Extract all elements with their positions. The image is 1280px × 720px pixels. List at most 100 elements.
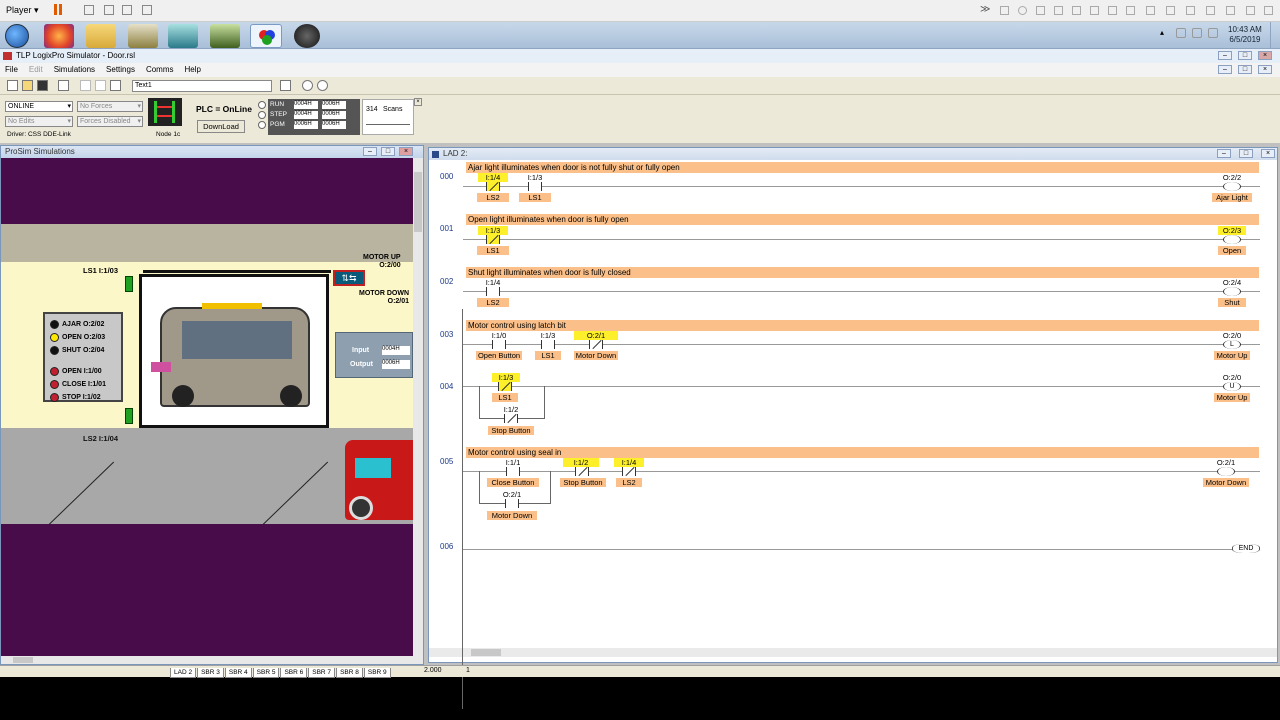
start-button-icon[interactable] (5, 24, 29, 48)
scroll-thumb[interactable] (414, 172, 422, 232)
device-icon[interactable] (1186, 6, 1195, 15)
scroll-thumb[interactable] (471, 649, 501, 656)
show-desktop-button[interactable] (1270, 22, 1280, 49)
edits-select[interactable]: No Edits (5, 116, 73, 127)
scroll-thumb[interactable] (13, 657, 33, 663)
new-icon[interactable] (7, 80, 18, 91)
save-icon[interactable] (37, 80, 48, 91)
tab-sbr-8[interactable]: SBR 8 (336, 668, 363, 678)
device-icon[interactable] (1246, 6, 1255, 15)
pause-icon[interactable] (54, 4, 62, 15)
pgm-radio[interactable] (258, 121, 266, 129)
rung-003-number[interactable]: 003 (440, 330, 453, 339)
ladder-minimize-button[interactable]: – (1217, 149, 1231, 158)
device-icon[interactable] (1146, 6, 1155, 15)
minimize-button[interactable]: – (1218, 51, 1232, 60)
clock[interactable]: 10:43 AM 6/5/2019 (1228, 25, 1262, 45)
tools-icon[interactable] (128, 24, 158, 48)
download-button[interactable]: DownLoad (197, 120, 245, 133)
menu-comms[interactable]: Comms (146, 63, 174, 77)
device-icon[interactable] (1166, 6, 1175, 15)
copy-icon[interactable] (95, 80, 106, 91)
prosim-maximize-button[interactable]: □ (381, 147, 395, 156)
tab-lad-2[interactable]: LAD 2 (170, 668, 197, 678)
zoom-in-icon[interactable] (302, 80, 313, 91)
output-coil[interactable] (1223, 287, 1241, 296)
expand-tray-icon[interactable]: ≫ (980, 4, 990, 15)
pushbutton-icon[interactable] (50, 367, 59, 376)
print-icon[interactable] (84, 5, 94, 15)
device-icon[interactable] (1108, 6, 1117, 15)
rung-000-number[interactable]: 000 (440, 172, 453, 181)
xic-contact[interactable] (505, 499, 519, 508)
menu-settings[interactable]: Settings (106, 63, 135, 77)
output-coil[interactable] (1223, 235, 1241, 244)
ladder-icon[interactable] (148, 98, 182, 126)
logixpro-icon[interactable] (210, 24, 240, 48)
forces-select[interactable]: No Forces (77, 101, 143, 112)
doc-restore-button[interactable]: □ (1238, 65, 1252, 74)
xio-contact[interactable] (575, 467, 589, 476)
xic-contact[interactable] (528, 182, 542, 191)
send-icon[interactable] (104, 5, 114, 15)
xic-contact[interactable] (486, 287, 500, 296)
menu-edit[interactable]: Edit (29, 63, 43, 77)
prosim-horizontal-scrollbar[interactable] (1, 656, 423, 664)
device-icon[interactable] (1018, 6, 1027, 15)
prosim-close-button[interactable]: × (399, 147, 413, 156)
doc-minimize-button[interactable]: – (1218, 65, 1232, 74)
device-icon[interactable] (1226, 6, 1235, 15)
device-icon[interactable] (1264, 6, 1273, 15)
firefox-icon[interactable] (44, 24, 74, 48)
pushbutton-icon[interactable] (50, 380, 59, 389)
latch-coil[interactable]: L (1223, 340, 1241, 349)
print-icon[interactable] (58, 80, 69, 91)
tray-arrow-icon[interactable]: ▴ (1160, 28, 1164, 37)
device-icon[interactable] (1206, 6, 1215, 15)
tab-sbr-4[interactable]: SBR 4 (224, 668, 252, 678)
output-coil[interactable] (1217, 467, 1235, 476)
xio-contact[interactable] (486, 235, 500, 244)
device-icon[interactable] (1072, 6, 1081, 15)
mode-select[interactable]: ONLINE (5, 101, 73, 112)
close-button[interactable]: × (1258, 51, 1272, 60)
folder-icon[interactable] (86, 24, 116, 48)
rgb-circles-icon[interactable] (250, 24, 282, 48)
xic-contact[interactable] (541, 340, 555, 349)
player-menu[interactable]: Player ▾ (6, 5, 39, 16)
xio-contact[interactable] (486, 182, 500, 191)
tab-sbr-3[interactable]: SBR 3 (197, 668, 224, 678)
device-icon[interactable] (1036, 6, 1045, 15)
output-coil[interactable] (1223, 182, 1241, 191)
rung-001-number[interactable]: 001 (440, 224, 453, 233)
scan-slider[interactable] (366, 124, 410, 125)
menu-help[interactable]: Help (185, 63, 201, 77)
tab-sbr-6[interactable]: SBR 6 (280, 668, 308, 678)
xic-contact[interactable] (492, 340, 506, 349)
obs-icon[interactable] (294, 24, 320, 48)
device-icon[interactable] (1000, 6, 1009, 15)
program-icon[interactable] (168, 24, 198, 48)
unity-icon[interactable] (142, 5, 152, 15)
volume-icon[interactable] (1208, 28, 1218, 38)
cut-icon[interactable] (80, 80, 91, 91)
rung-005-number[interactable]: 005 (440, 457, 453, 466)
unlatch-coil[interactable]: U (1223, 382, 1241, 391)
fullscreen-icon[interactable] (122, 5, 132, 15)
tab-sbr-9[interactable]: SBR 9 (363, 668, 391, 678)
doc-close-button[interactable]: × (1258, 65, 1272, 74)
device-icon[interactable] (1090, 6, 1099, 15)
text-field[interactable]: Text1 (132, 80, 272, 92)
device-icon[interactable] (1126, 6, 1135, 15)
rung-002-number[interactable]: 002 (440, 277, 453, 286)
plc-panel-close-button[interactable]: × (414, 98, 422, 106)
xic-contact[interactable] (506, 467, 520, 476)
tab-sbr-7[interactable]: SBR 7 (308, 668, 336, 678)
network-icon[interactable] (1192, 28, 1202, 38)
ladder-maximize-button[interactable]: □ (1239, 149, 1253, 158)
end-instruction[interactable]: END (1232, 544, 1260, 553)
zoom-out-icon[interactable] (317, 80, 328, 91)
xio-contact[interactable] (622, 467, 636, 476)
ladder-horizontal-scrollbar[interactable] (429, 648, 1277, 657)
rung-006-number[interactable]: 006 (440, 542, 453, 551)
